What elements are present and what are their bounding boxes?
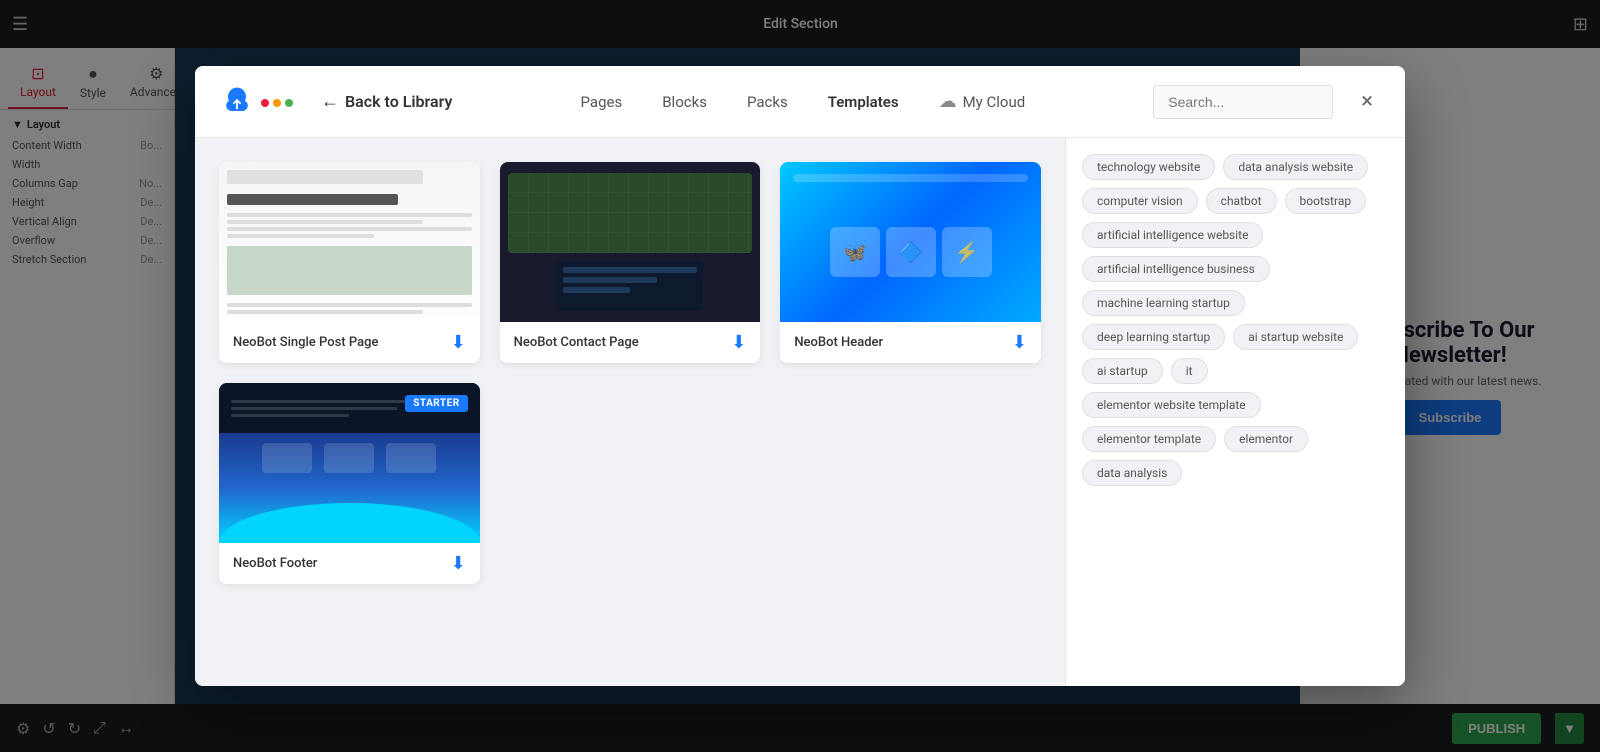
tag-item[interactable]: chatbot — [1206, 188, 1277, 214]
header-card-3: ⚡ — [942, 227, 992, 277]
cloud-logo-icon — [219, 84, 255, 120]
download-icon-footer[interactable]: ⬇ — [451, 553, 466, 574]
preview-header-nav — [793, 174, 1028, 182]
download-icon-contact[interactable]: ⬇ — [731, 332, 746, 353]
preview-content-lines — [227, 213, 472, 238]
logo-dot-orange — [273, 99, 281, 107]
nav-packs[interactable]: Packs — [731, 85, 804, 119]
template-preview-neobot-header: 🦋 🔷 ⚡ — [780, 162, 1041, 322]
nav-my-cloud[interactable]: ☁ My Cloud — [923, 83, 1042, 120]
preview-image-block — [227, 246, 472, 295]
tag-item[interactable]: deep learning startup — [1082, 324, 1225, 350]
logo-dots — [261, 99, 293, 107]
tag-item[interactable]: data analysis website — [1223, 154, 1368, 180]
my-cloud-icon: ☁ — [939, 91, 957, 112]
search-input[interactable] — [1153, 85, 1333, 119]
tags-container: technology website data analysis website c… — [1082, 154, 1389, 486]
preview-footer-bottom-cards — [262, 443, 436, 473]
tag-item[interactable]: it — [1171, 358, 1208, 384]
modal-header: ← Back to Library Pages Blocks Packs Tem… — [195, 66, 1405, 138]
template-title-contact: NeoBot Contact Page — [514, 335, 639, 350]
tag-item[interactable]: artificial intelligence business — [1082, 256, 1270, 282]
template-modal: ← Back to Library Pages Blocks Packs Tem… — [195, 66, 1405, 686]
modal-close-button[interactable]: × — [1353, 87, 1381, 117]
preview-footer-wave — [219, 503, 480, 543]
tag-item[interactable]: artificial intelligence website — [1082, 222, 1263, 248]
preview-bottom-lines — [227, 303, 472, 314]
template-grid: NeoBot Single Post Page ⬇ — [195, 138, 1065, 686]
header-card-2: 🔷 — [886, 227, 936, 277]
preview-header-cards: 🦋 🔷 ⚡ — [830, 227, 992, 277]
template-card-neobot-footer[interactable]: STARTER — [219, 383, 480, 584]
tag-item[interactable]: technology website — [1082, 154, 1215, 180]
tag-item[interactable]: bootstrap — [1285, 188, 1367, 214]
back-to-library-button[interactable]: ← Back to Library — [321, 91, 452, 112]
tag-item[interactable]: computer vision — [1082, 188, 1198, 214]
nav-pages[interactable]: Pages — [565, 85, 639, 119]
tag-item[interactable]: ai startup website — [1233, 324, 1358, 350]
nav-templates[interactable]: Templates — [812, 85, 915, 119]
modal-body: NeoBot Single Post Page ⬇ — [195, 138, 1405, 686]
download-icon-header[interactable]: ⬇ — [1012, 332, 1027, 353]
template-preview-neobot-footer: STARTER — [219, 383, 480, 543]
my-cloud-label: My Cloud — [963, 93, 1026, 111]
template-card-footer-footer: NeoBot Footer ⬇ — [219, 543, 480, 584]
nav-blocks[interactable]: Blocks — [646, 85, 723, 119]
tags-panel: technology website data analysis website c… — [1065, 138, 1405, 686]
download-icon-single-post[interactable]: ⬇ — [451, 332, 466, 353]
logo-dot-green — [285, 99, 293, 107]
preview-footer-blue-bottom — [219, 433, 480, 543]
preview-contact-form — [557, 261, 704, 311]
template-preview-neobot-single-post — [219, 162, 480, 322]
template-card-neobot-single-post[interactable]: NeoBot Single Post Page ⬇ — [219, 162, 480, 363]
template-card-footer-contact: NeoBot Contact Page ⬇ — [500, 322, 761, 363]
tag-item[interactable]: elementor template — [1082, 426, 1216, 452]
preview-header-bar — [227, 170, 423, 184]
tag-item[interactable]: ai startup — [1082, 358, 1163, 384]
logo-dot-red — [261, 99, 269, 107]
tag-item[interactable]: elementor website template — [1082, 392, 1261, 418]
tag-item[interactable]: machine learning startup — [1082, 290, 1245, 316]
header-card-1: 🦋 — [830, 227, 880, 277]
modal-logo — [219, 84, 293, 120]
template-card-footer-single-post: NeoBot Single Post Page ⬇ — [219, 322, 480, 363]
starter-badge: STARTER — [405, 395, 467, 412]
preview-title-block — [227, 194, 398, 206]
preview-contact-map — [508, 173, 753, 253]
template-preview-neobot-contact — [500, 162, 761, 322]
tag-item[interactable]: data analysis — [1082, 460, 1182, 486]
modal-overlay: ← Back to Library Pages Blocks Packs Tem… — [0, 0, 1600, 752]
template-title-single-post: NeoBot Single Post Page — [233, 335, 378, 350]
modal-nav: Pages Blocks Packs Templates ☁ My Cloud — [472, 83, 1133, 120]
template-title-header: NeoBot Header — [794, 335, 883, 350]
template-card-footer-header: NeoBot Header ⬇ — [780, 322, 1041, 363]
template-card-neobot-contact[interactable]: NeoBot Contact Page ⬇ — [500, 162, 761, 363]
tag-item[interactable]: elementor — [1224, 426, 1308, 452]
template-title-footer: NeoBot Footer — [233, 556, 317, 571]
back-label: Back to Library — [345, 92, 452, 111]
back-arrow-icon: ← — [321, 91, 339, 112]
template-card-neobot-header[interactable]: 🦋 🔷 ⚡ NeoBot Header ⬇ — [780, 162, 1041, 363]
